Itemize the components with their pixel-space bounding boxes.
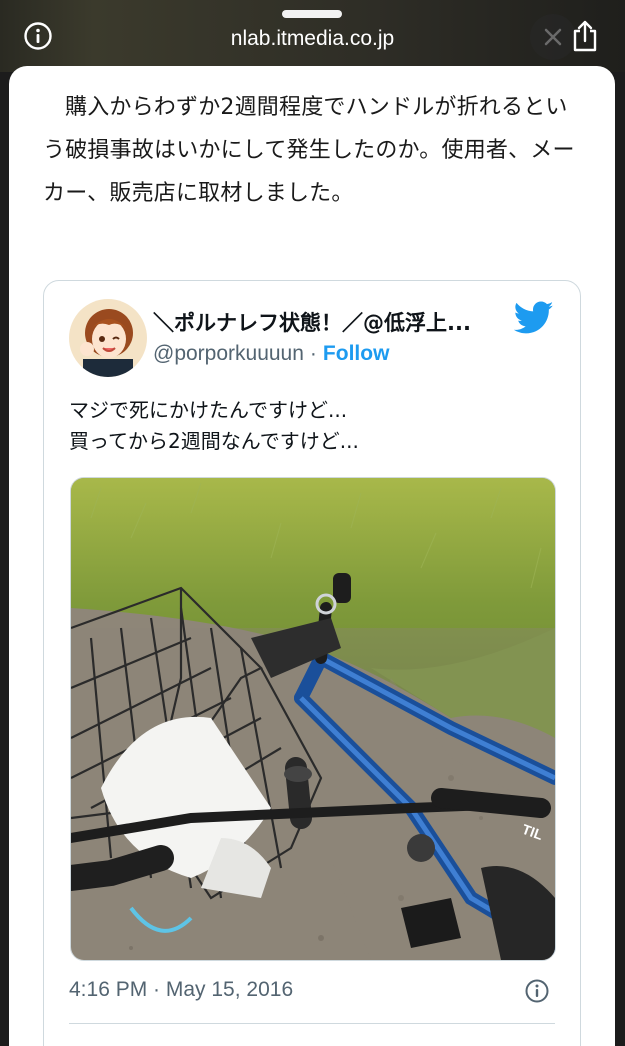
tweet-text-line-1: マジで死にかけたんですけど... [69,398,348,422]
browser-top-bar: nlab.itmedia.co.jp [0,0,625,72]
share-icon [573,20,597,52]
share-button[interactable] [566,16,604,56]
tweet-handle-row: @porporkuuuun · Follow [153,342,389,366]
bicycle-photo: TIL [71,478,555,960]
tweet-handle[interactable]: @porporkuuuun [153,342,304,365]
close-icon [544,28,562,46]
avatar[interactable] [69,299,147,377]
tweet-timestamp[interactable]: 4:16 PM · May 15, 2016 [69,978,293,1002]
separator-dot: · [309,342,317,365]
embedded-tweet[interactable]: ＼ポルナレフ状態！／@低浮上... @porporkuuuun · Follow マ… [43,280,581,1046]
tweet-display-name[interactable]: ＼ポルナレフ状態！／@低浮上... [153,307,471,337]
tweet-text: マジで死にかけたんですけど... 買ってから2週間なんですけど... [69,395,359,457]
tweet-text-line-2: 買ってから2週間なんですけど... [69,429,359,453]
article-paragraph: 購入からわずか2週間程度でハンドルが折れるという破損事故はいかにして発生したのか… [43,95,575,206]
follow-button[interactable]: Follow [323,342,390,365]
info-circle-icon[interactable] [524,978,550,1004]
content-sheet: 購入からわずか2週間程度でハンドルが折れるという破損事故はいかにして発生したのか… [9,66,615,1046]
tweet-photo[interactable]: TIL [70,477,556,961]
twitter-bird-icon[interactable] [514,301,554,335]
sheet-grabber[interactable] [282,10,342,18]
